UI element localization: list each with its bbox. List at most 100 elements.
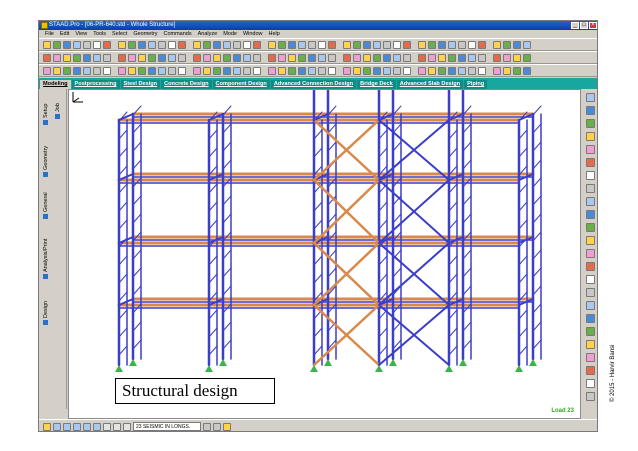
magnify-icon[interactable] — [123, 422, 131, 431]
toolbar-tool-icon[interactable] — [158, 66, 166, 75]
menu-geometry[interactable]: Geometry — [130, 30, 160, 38]
toolbar-tool-icon[interactable] — [93, 40, 101, 49]
toolbar-tool-icon[interactable] — [288, 66, 296, 75]
toolbar-tool-icon[interactable] — [178, 53, 186, 62]
toolbar-tool-icon[interactable] — [168, 66, 176, 75]
toolbar-tool-icon[interactable] — [393, 53, 401, 62]
toolbar-tool-icon[interactable] — [478, 66, 486, 75]
toolbar-tool-icon[interactable] — [318, 66, 326, 75]
structure-viewport[interactable]: Load 23 — [68, 89, 581, 419]
toolbar-tool-icon[interactable] — [203, 53, 211, 62]
toolbar-tool-icon[interactable] — [363, 66, 371, 75]
right-toolbar-icon[interactable] — [585, 132, 595, 141]
toolbar-tool-icon[interactable] — [53, 53, 61, 62]
menu-commands[interactable]: Commands — [160, 30, 194, 38]
toolbar-tool-icon[interactable] — [138, 66, 146, 75]
vtab-analysis-print[interactable]: Analysis/Print — [43, 239, 49, 279]
toolbar-tool-icon[interactable] — [278, 40, 286, 49]
toolbar-tool-icon[interactable] — [353, 53, 361, 62]
toolbar-tool-icon[interactable] — [223, 53, 231, 62]
toolbar-tool-icon[interactable] — [308, 40, 316, 49]
right-toolbar-icon[interactable] — [585, 184, 595, 193]
toolbar-tool-icon[interactable] — [513, 66, 521, 75]
tab-advanced-connection-design[interactable]: Advanced Connection Design — [270, 80, 357, 89]
menu-help[interactable]: Help — [266, 30, 283, 38]
toolbar-tool-icon[interactable] — [233, 66, 241, 75]
toolbar-tool-icon[interactable] — [523, 53, 531, 62]
toolbar-tool-icon[interactable] — [328, 66, 336, 75]
vtab-setup[interactable]: Setup — [43, 104, 49, 125]
toolbar-tool-icon[interactable] — [318, 53, 326, 62]
prev-load-icon[interactable] — [203, 422, 211, 431]
right-toolbar-icon[interactable] — [585, 262, 595, 271]
tab-steel-design[interactable]: Steel Design — [120, 80, 161, 89]
toolbar-tool-icon[interactable] — [343, 53, 351, 62]
zoom-icon[interactable] — [43, 422, 51, 431]
menu-analyze[interactable]: Analyze — [195, 30, 221, 38]
toolbar-tool-icon[interactable] — [93, 53, 101, 62]
toolbar-tool-icon[interactable] — [288, 53, 296, 62]
right-toolbar-icon[interactable] — [585, 301, 595, 310]
vtab-geometry[interactable]: Geometry — [43, 146, 49, 177]
toolbar-tool-icon[interactable] — [468, 40, 476, 49]
toolbar-tool-icon[interactable] — [83, 53, 91, 62]
toolbar-tool-icon[interactable] — [438, 40, 446, 49]
toolbar-tool-icon[interactable] — [213, 40, 221, 49]
toolbar-tool-icon[interactable] — [298, 53, 306, 62]
toolbar-tool-icon[interactable] — [458, 53, 466, 62]
right-toolbar-icon[interactable] — [585, 288, 595, 297]
close-button[interactable]: × — [589, 22, 597, 29]
toolbar-tool-icon[interactable] — [243, 66, 251, 75]
toolbar-tool-icon[interactable] — [403, 53, 411, 62]
toolbar-tool-icon[interactable] — [468, 53, 476, 62]
zoom-out-icon[interactable] — [63, 422, 71, 431]
right-toolbar-icon[interactable] — [585, 379, 595, 388]
toolbar-tool-icon[interactable] — [393, 40, 401, 49]
toolbar-tool-icon[interactable] — [428, 53, 436, 62]
toolbar-tool-icon[interactable] — [383, 40, 391, 49]
toolbar-tool-icon[interactable] — [213, 66, 221, 75]
toolbar-tool-icon[interactable] — [168, 40, 176, 49]
toolbar-tool-icon[interactable] — [403, 66, 411, 75]
toolbar-tool-icon[interactable] — [158, 40, 166, 49]
toolbar-tool-icon[interactable] — [268, 66, 276, 75]
toolbar-tool-icon[interactable] — [503, 53, 511, 62]
toolbar-tool-icon[interactable] — [253, 66, 261, 75]
toolbar-tool-icon[interactable] — [373, 40, 381, 49]
toolbar-tool-icon[interactable] — [523, 66, 531, 75]
toolbar-tool-icon[interactable] — [138, 40, 146, 49]
toolbar-tool-icon[interactable] — [53, 40, 61, 49]
toolbar-tool-icon[interactable] — [223, 66, 231, 75]
toolbar-tool-icon[interactable] — [418, 53, 426, 62]
toolbar-tool-icon[interactable] — [103, 53, 111, 62]
toolbar-tool-icon[interactable] — [213, 53, 221, 62]
toolbar-tool-icon[interactable] — [393, 66, 401, 75]
toolbar-tool-icon[interactable] — [363, 53, 371, 62]
next-load-icon[interactable] — [213, 422, 221, 431]
toolbar-tool-icon[interactable] — [308, 66, 316, 75]
load-case-select[interactable]: 23 SEISMIC IN LONGS. DIR (EQ) — [133, 422, 201, 431]
zoom-in-icon[interactable] — [53, 422, 61, 431]
toolbar-tool-icon[interactable] — [343, 66, 351, 75]
toolbar-tool-icon[interactable] — [458, 66, 466, 75]
toolbar-tool-icon[interactable] — [148, 66, 156, 75]
fit-icon[interactable] — [93, 422, 101, 431]
toolbar-tool-icon[interactable] — [193, 40, 201, 49]
vtab-design[interactable]: Design — [43, 301, 49, 325]
right-toolbar-icon[interactable] — [585, 223, 595, 232]
right-toolbar-icon[interactable] — [585, 340, 595, 349]
toolbar-tool-icon[interactable] — [73, 40, 81, 49]
toolbar-tool-icon[interactable] — [83, 40, 91, 49]
toolbar-tool-icon[interactable] — [243, 40, 251, 49]
toolbar-tool-icon[interactable] — [193, 66, 201, 75]
toolbar-tool-icon[interactable] — [158, 53, 166, 62]
toolbar-tool-icon[interactable] — [138, 53, 146, 62]
menu-file[interactable]: File — [42, 30, 57, 38]
toolbar-tool-icon[interactable] — [118, 66, 126, 75]
toolbar-tool-icon[interactable] — [458, 40, 466, 49]
toolbar-tool-icon[interactable] — [73, 66, 81, 75]
toolbar-tool-icon[interactable] — [118, 40, 126, 49]
rotate-icon[interactable] — [103, 422, 111, 431]
toolbar-tool-icon[interactable] — [203, 66, 211, 75]
pan-icon[interactable] — [83, 422, 91, 431]
